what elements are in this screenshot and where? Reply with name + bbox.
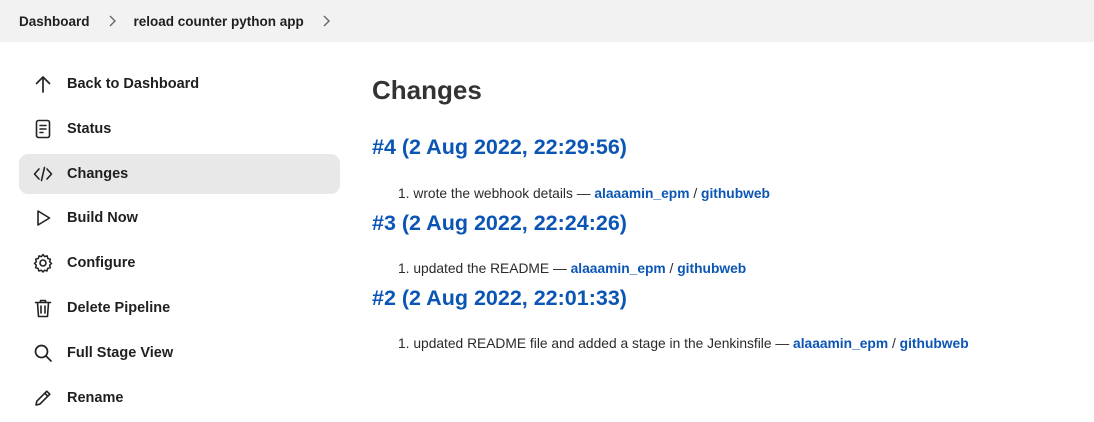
breadcrumb-dashboard[interactable]: Dashboard [19, 14, 90, 29]
link-separator: / [669, 261, 674, 276]
sidebar-item-configure[interactable]: Configure [19, 243, 340, 283]
sidebar-item-changes[interactable]: Changes [19, 153, 340, 194]
change-list: 1. wrote the webhook details — alaaamin_… [372, 184, 1072, 204]
document-icon [32, 118, 54, 140]
trash-icon [32, 297, 54, 319]
breadcrumb-job[interactable]: reload counter python app [134, 14, 304, 29]
link-separator: / [891, 336, 896, 351]
author-link[interactable]: alaaamin_epm [793, 336, 888, 351]
sidebar-item-build-now[interactable]: Build Now [19, 198, 340, 238]
sidebar-item-label: Delete Pipeline [67, 299, 171, 316]
sidebar-item-label: Full Stage View [67, 344, 174, 361]
sidebar-item-label: Status [67, 120, 112, 137]
sidebar-item-delete-pipeline[interactable]: Delete Pipeline [19, 288, 340, 328]
githubweb-link[interactable]: githubweb [900, 336, 969, 351]
sidebar-item-label: Back to Dashboard [67, 76, 200, 92]
sidebar-item-back-to-dashboard[interactable]: Back to Dashboard [19, 64, 340, 104]
list-item: 1. updated README file and added a stage… [372, 334, 1072, 354]
build-heading-link[interactable]: #3 (2 Aug 2022, 22:24:26) [372, 206, 1072, 240]
change-list: 1. updated README file and added a stage… [372, 334, 1072, 354]
play-icon [32, 207, 54, 229]
list-item: 1. updated the README — alaaamin_epm / g… [372, 259, 1072, 279]
chevron-right-icon[interactable] [90, 11, 134, 31]
build-section: #3 (2 Aug 2022, 22:24:26) 1. updated the… [372, 206, 1072, 279]
sidebar-item-full-stage-view[interactable]: Full Stage View [19, 333, 340, 373]
change-list: 1. updated the README — alaaamin_epm / g… [372, 259, 1072, 279]
build-section: #4 (2 Aug 2022, 22:29:56) 1. wrote the w… [372, 130, 1072, 204]
sidebar-item-label: Build Now [67, 210, 138, 227]
sidebar-item-status[interactable]: Status [19, 109, 340, 149]
main-content: Changes #4 (2 Aug 2022, 22:29:56) 1. wro… [372, 70, 1072, 354]
page-title: Changes [372, 75, 482, 105]
change-number: 1. [398, 336, 410, 351]
change-message: updated README file and added a stage in… [413, 336, 790, 351]
build-heading-link[interactable]: #4 (2 Aug 2022, 22:29:56) [372, 130, 1072, 164]
arrow-up-icon [32, 73, 54, 95]
change-number: 1. [398, 261, 410, 276]
author-link[interactable]: alaaamin_epm [594, 186, 689, 201]
change-message: wrote the webhook details — [413, 186, 591, 201]
sidebar-item-rename[interactable]: Rename [19, 378, 340, 418]
chevron-right-icon[interactable] [304, 11, 348, 31]
sidebar-item-label: Configure [67, 255, 136, 272]
change-message: updated the README — [413, 261, 567, 276]
githubweb-link[interactable]: githubweb [701, 186, 770, 201]
code-icon [32, 163, 54, 185]
gear-icon [32, 252, 54, 274]
githubweb-link[interactable]: githubweb [677, 261, 746, 276]
author-link[interactable]: alaaamin_epm [571, 261, 666, 276]
list-item: 1. wrote the webhook details — alaaamin_… [372, 184, 1072, 204]
build-heading-link[interactable]: #2 (2 Aug 2022, 22:01:33) [372, 281, 1072, 315]
breadcrumb: Dashboard reload counter python app [0, 0, 1094, 42]
change-number: 1. [398, 186, 410, 201]
sidebar: Back to Dashboard Status Changes Build N… [19, 64, 340, 422]
build-section: #2 (2 Aug 2022, 22:01:33) 1. updated REA… [372, 281, 1072, 354]
pencil-icon [32, 387, 54, 409]
sidebar-item-label: Changes [67, 165, 129, 182]
sidebar-item-label: Rename [67, 389, 124, 406]
search-icon [32, 342, 54, 364]
link-separator: / [693, 186, 698, 201]
